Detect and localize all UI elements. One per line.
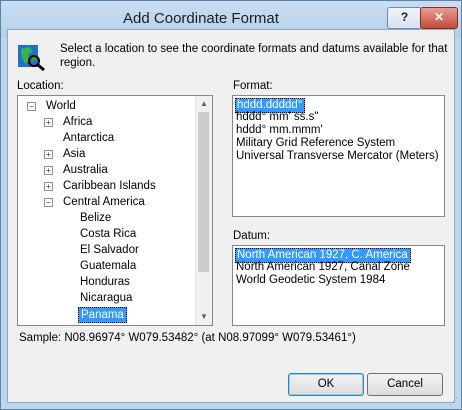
- tree-item[interactable]: Antarctica: [18, 130, 194, 146]
- datum-option[interactable]: World Geodetic System 1984: [235, 274, 387, 287]
- tree-item-label: Africa: [63, 116, 93, 128]
- ok-button[interactable]: OK: [288, 373, 364, 396]
- format-label: Format:: [233, 80, 273, 92]
- datum-list[interactable]: North American 1927, C. America North Ame…: [232, 245, 445, 326]
- format-option[interactable]: hddd° mm.mmm': [235, 124, 325, 137]
- tree-item-label: World: [46, 100, 76, 112]
- tree-item[interactable]: Panama: [18, 306, 194, 323]
- format-list[interactable]: hddd.ddddd° hddd° mm' ss.s" hddd° mm.mmm' M…: [232, 95, 445, 217]
- tree-item-label: Central America: [63, 196, 145, 208]
- scrollbar-thumb[interactable]: [198, 112, 209, 272]
- tree-item[interactable]: + Africa: [18, 114, 194, 130]
- cancel-button[interactable]: Cancel: [367, 373, 443, 396]
- tree-scrollbar[interactable]: ▲ ▼: [195, 96, 212, 325]
- tree-item[interactable]: − Central America: [18, 194, 194, 210]
- tree-item[interactable]: + Australia: [18, 162, 194, 178]
- intro-text: Select a location to see the coordinate …: [60, 43, 448, 69]
- close-button[interactable]: ✕: [420, 7, 458, 29]
- tree-item-label: Asia: [63, 148, 86, 160]
- tree-item[interactable]: Guatemala: [18, 258, 194, 274]
- tree-item-label: Nicaragua: [80, 292, 133, 304]
- tree-item-label: Costa Rica: [80, 228, 137, 240]
- tree-item-label: Caribbean Islands: [63, 180, 156, 192]
- tree-item-label: Australia: [63, 164, 108, 176]
- tree-item-label: Antarctica: [63, 132, 115, 144]
- format-option[interactable]: Military Grid Reference System: [235, 137, 397, 150]
- tree-item-label: Panama: [78, 307, 127, 323]
- scroll-down-icon[interactable]: ▼: [200, 312, 208, 321]
- location-tree[interactable]: − World + Africa Antarctica + Asia + Australia + C…: [17, 95, 213, 326]
- tree-item[interactable]: Costa Rica: [18, 226, 194, 242]
- resize-grip-icon[interactable]: ⋰: [449, 397, 459, 407]
- tree-item-label: Belize: [80, 212, 112, 224]
- collapse-icon[interactable]: −: [27, 102, 36, 111]
- tree-item[interactable]: Nicaragua: [18, 290, 194, 306]
- datum-label: Datum:: [233, 230, 271, 242]
- tree-item[interactable]: El Salvador: [18, 242, 194, 258]
- expand-icon[interactable]: +: [44, 118, 53, 127]
- tree-item[interactable]: − World: [18, 98, 194, 114]
- expand-icon[interactable]: +: [44, 150, 53, 159]
- tree-item-label: Honduras: [80, 276, 130, 288]
- help-button[interactable]: ?: [387, 7, 422, 29]
- expand-icon[interactable]: +: [44, 182, 53, 191]
- scroll-up-icon[interactable]: ▲: [200, 99, 208, 108]
- datum-option[interactable]: North American 1927, Canal Zone: [235, 261, 412, 274]
- format-option[interactable]: hddd° mm' ss.s": [235, 111, 320, 124]
- tree-item[interactable]: + Asia: [18, 146, 194, 162]
- format-option[interactable]: Universal Transverse Mercator (Meters): [235, 150, 441, 163]
- location-label: Location:: [17, 80, 64, 92]
- expand-icon[interactable]: +: [44, 166, 53, 175]
- dialog-title: Add Coordinate Format: [123, 10, 279, 27]
- tree-item-label: Guatemala: [80, 260, 137, 272]
- sample-text: Sample: N08.96974° W079.53482° (at N08.9…: [19, 332, 356, 344]
- tree-item[interactable]: + Caribbean Islands: [18, 178, 194, 194]
- tree-item-label: El Salvador: [80, 244, 139, 256]
- collapse-icon[interactable]: −: [44, 198, 53, 207]
- tree-item[interactable]: Belize: [18, 210, 194, 226]
- tree-item[interactable]: Honduras: [18, 274, 194, 290]
- globe-map-icon: [18, 45, 45, 71]
